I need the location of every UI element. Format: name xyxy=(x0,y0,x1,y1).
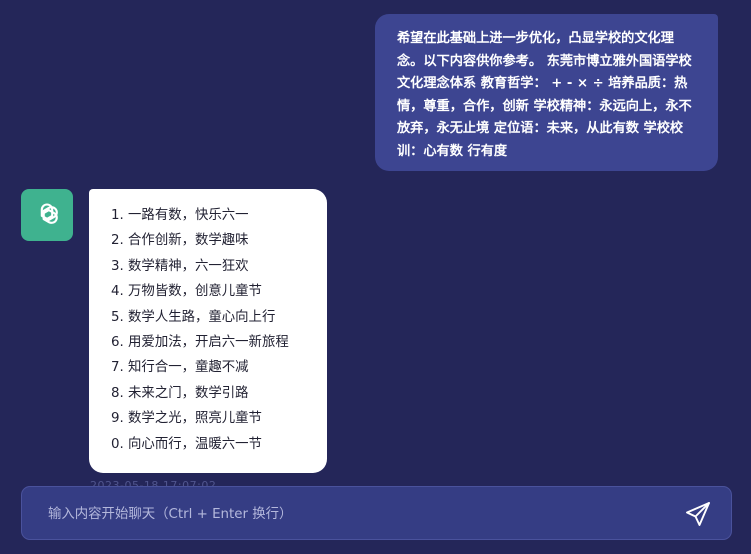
chat-input[interactable] xyxy=(46,487,670,541)
assistant-avatar xyxy=(21,189,73,241)
list-item: 8. 未来之门，数学引路 xyxy=(111,385,249,401)
list-item: 6. 用爱加法，开启六一新旅程 xyxy=(111,335,289,351)
list-item: 9. 数学之光，照亮儿童节 xyxy=(111,411,262,427)
user-message-bubble: 希望在此基础上进一步优化，凸显学校的文化理念。以下内容供你参考。 东莞市博立雅外… xyxy=(375,14,718,171)
composer-bar xyxy=(21,486,732,541)
openai-logo-icon xyxy=(40,203,58,224)
assistant-message-bubble: 1. 一路有数，快乐六一 2. 合作创新，数学趣味 3. 数学精神，六一狂欢 4… xyxy=(89,189,327,473)
list-item: 4. 万物皆数，创意儿童节 xyxy=(111,284,262,300)
list-item: 0. 向心而行，温暖六一节 xyxy=(111,436,262,452)
user-message-text: 希望在此基础上进一步优化，凸显学校的文化理念。以下内容供你参考。 东莞市博立雅外… xyxy=(397,31,692,159)
list-item: 2. 合作创新，数学趣味 xyxy=(111,233,249,249)
chat-screen: 希望在此基础上进一步优化，凸显学校的文化理念。以下内容供你参考。 东莞市博立雅外… xyxy=(0,0,751,554)
list-item: 3. 数学精神，六一狂欢 xyxy=(111,258,249,274)
list-item: 7. 知行合一，童趣不减 xyxy=(111,360,249,376)
assistant-message-list: 1. 一路有数，快乐六一 2. 合作创新，数学趣味 3. 数学精神，六一狂欢 4… xyxy=(111,203,317,457)
send-icon xyxy=(686,502,710,526)
send-button[interactable] xyxy=(683,499,713,529)
list-item: 1. 一路有数，快乐六一 xyxy=(111,208,249,223)
list-item: 5. 数学人生路，童心向上行 xyxy=(111,309,276,325)
